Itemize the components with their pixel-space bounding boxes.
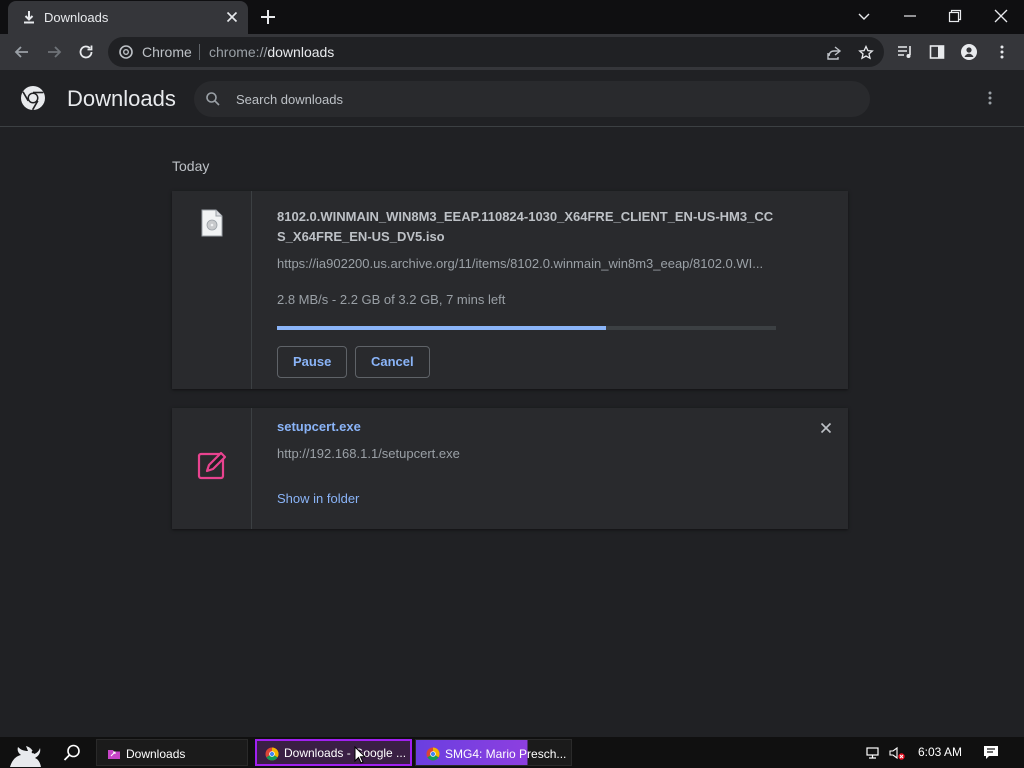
tab-strip: Downloads (0, 0, 1024, 34)
file-url[interactable]: https://ia902200.us.archive.org/11/items… (277, 256, 763, 271)
close-tab-icon[interactable] (225, 10, 239, 24)
browser-menu-icon[interactable] (994, 44, 1010, 60)
taskbar-item-chrome-video[interactable]: SMG4: Mario Presch... (415, 739, 572, 766)
taskbar: Downloads Downloads - Google ... SMG4: M… (0, 737, 1024, 768)
omnibox-divider (199, 44, 200, 60)
file-icon-column (172, 191, 252, 389)
network-icon[interactable] (865, 745, 881, 761)
taskbar-item-explorer[interactable]: Downloads (96, 739, 248, 766)
taskbar-item-label: Downloads - Google ... (284, 746, 407, 760)
tab-title: Downloads (44, 10, 109, 25)
chrome-icon (265, 747, 279, 761)
dragon-start-icon[interactable] (6, 737, 48, 768)
download-item: 8102.0.WINMAIN_WIN8M3_EEAP.110824-1030_X… (172, 191, 848, 389)
downloads-header: Downloads (0, 70, 1024, 127)
side-panel-icon[interactable] (929, 44, 945, 60)
file-url[interactable]: http://192.168.1.1/setupcert.exe (277, 446, 460, 461)
progress-bar (277, 326, 776, 330)
search-input[interactable] (236, 81, 836, 117)
restore-icon[interactable] (946, 7, 964, 25)
notifications-icon[interactable] (983, 744, 999, 760)
search-icon[interactable] (62, 743, 82, 763)
site-label: Chrome (142, 44, 192, 60)
back-arrow-icon[interactable] (12, 42, 32, 62)
show-in-folder-link[interactable]: Show in folder (277, 491, 359, 506)
chrome-icon (119, 45, 133, 59)
search-box[interactable] (194, 81, 870, 117)
disc-image-file-icon (201, 209, 223, 237)
progress-bar-fill (277, 326, 607, 330)
profile-avatar-icon[interactable] (961, 44, 977, 60)
address-bar[interactable]: Chrome chrome://downloads (108, 37, 884, 67)
tab-search-chevron-icon[interactable] (855, 7, 873, 25)
taskbar-item-chrome-downloads[interactable]: Downloads - Google ... (255, 739, 412, 766)
browser-toolbar: Chrome chrome://downloads (0, 34, 1024, 70)
url-path: downloads (267, 44, 335, 60)
edit-app-icon (197, 451, 227, 480)
taskbar-item-label: SMG4: Mario Presch... (445, 747, 567, 761)
download-item: setupcert.exe http://192.168.1.1/setupce… (172, 408, 848, 529)
file-name-link[interactable]: setupcert.exe (277, 417, 361, 437)
url-text[interactable]: chrome://downloads (209, 44, 334, 60)
tab-downloads[interactable]: Downloads (8, 1, 248, 34)
media-controls-icon[interactable] (897, 44, 913, 60)
volume-muted-icon[interactable] (889, 745, 905, 761)
download-status: 2.8 MB/s - 2.2 GB of 3.2 GB, 7 mins left (277, 292, 506, 307)
cancel-button[interactable]: Cancel (355, 346, 430, 378)
more-options-icon[interactable] (982, 90, 998, 106)
folder-icon (108, 750, 120, 759)
download-icon (24, 11, 34, 24)
bookmark-star-icon[interactable] (858, 45, 874, 61)
remove-from-list-icon[interactable] (820, 422, 832, 434)
mouse-cursor-icon (354, 746, 366, 764)
date-section-label: Today (172, 158, 210, 174)
file-name: 8102.0.WINMAIN_WIN8M3_EEAP.110824-1030_X… (277, 209, 774, 244)
minimize-icon[interactable] (901, 7, 919, 25)
share-icon[interactable] (826, 45, 842, 61)
taskbar-item-label: Downloads (126, 747, 186, 761)
url-prefix: chrome:// (209, 44, 268, 60)
chrome-logo-icon (21, 86, 45, 111)
chrome-icon (426, 747, 440, 761)
search-icon (206, 92, 220, 106)
close-window-icon[interactable] (992, 7, 1010, 25)
pause-button[interactable]: Pause (277, 346, 348, 378)
forward-arrow-icon[interactable] (44, 42, 64, 62)
reload-icon[interactable] (76, 42, 96, 62)
file-icon-column (172, 408, 252, 529)
system-clock[interactable]: 6:03 AM (918, 745, 962, 759)
new-tab-icon[interactable] (260, 9, 276, 25)
page-title: Downloads (67, 86, 176, 111)
